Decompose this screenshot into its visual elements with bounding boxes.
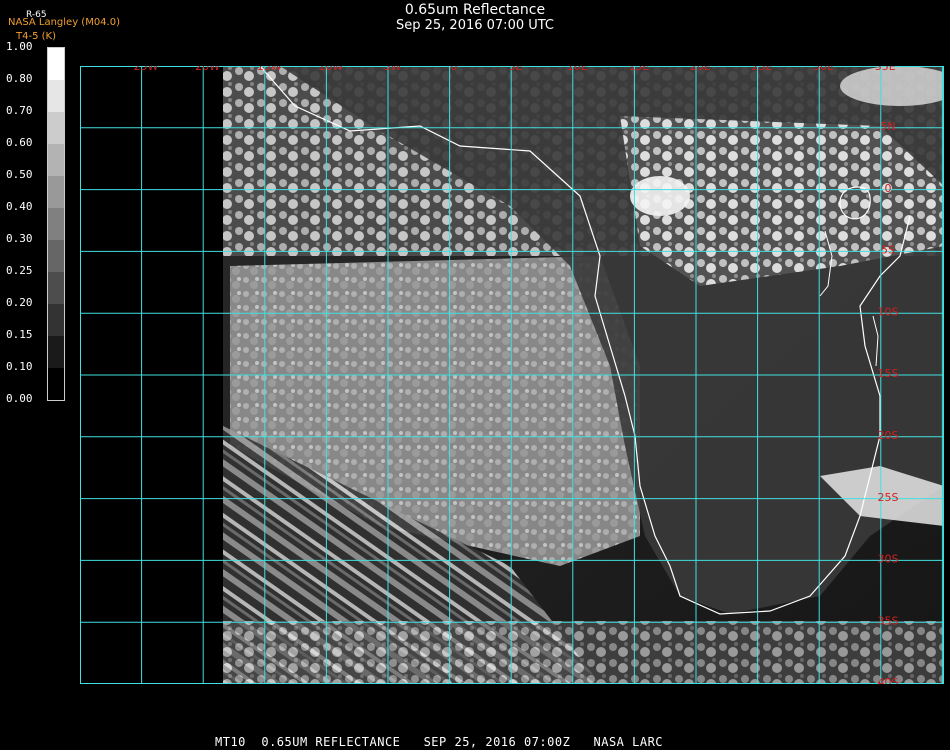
longitude-label: 5W: [383, 66, 401, 73]
colorbar-label: 0.50: [6, 168, 33, 181]
longitude-label: 0: [451, 66, 458, 73]
colorbar-segment: [48, 272, 64, 305]
colorbar-segment: [48, 176, 64, 209]
colorbar-label: 0.10: [6, 360, 33, 373]
latitude-label: 10S: [878, 305, 899, 318]
longitude-label: 15W: [257, 66, 282, 73]
longitude-label: 15E: [628, 66, 649, 73]
longitude-label: 35E: [875, 66, 896, 73]
latitude-label: 5S: [881, 244, 895, 257]
colorbar-segment: [48, 240, 64, 273]
latitude-label: 5N: [880, 120, 895, 133]
latitude-label: 0: [885, 182, 892, 195]
map-subtitle: Sep 25, 2016 07:00 UTC: [395, 18, 555, 33]
image-footer: MT10 0.65UM REFLECTANCE SEP 25, 2016 07:…: [215, 735, 664, 749]
colorbar-segment: [48, 48, 64, 81]
colorbar-segment: [48, 368, 64, 400]
colorbar-segment: [48, 304, 64, 337]
colorbar-segment: [48, 80, 64, 113]
colorbar-label: 1.00: [6, 40, 33, 53]
latitude-label: 15S: [878, 367, 899, 380]
longitude-label: 25E: [752, 66, 773, 73]
colorbar-label: 0.15: [6, 328, 33, 341]
credit-source: NASA Langley (M04.0): [8, 17, 120, 28]
longitude-label: 30E: [813, 66, 834, 73]
latitude-label: 40S: [878, 676, 899, 684]
longitude-label: 20E: [690, 66, 711, 73]
satellite-map: 25W 20W 15W 10W 5W 0 5E 10E 15E 20E 25E 30E 35E 5N 0 5S…: [80, 66, 944, 684]
colorbar-segment: [48, 112, 64, 145]
latitude-label: 30S: [878, 553, 899, 566]
colorbar-label: 0.20: [6, 296, 33, 309]
colorbar-label: 0.70: [6, 104, 33, 117]
map-title: 0.65um Reflectance: [404, 2, 546, 18]
bright-convection: [630, 176, 690, 216]
colorbar-label: 0.30: [6, 232, 33, 245]
latitude-label: 35S: [878, 614, 899, 627]
colorbar-label: 0.80: [6, 72, 33, 85]
southern-ocean-clouds: [223, 621, 944, 684]
longitude-label: 5E: [509, 66, 523, 73]
colorbar-segment: [48, 336, 64, 369]
longitude-label: 10E: [567, 66, 588, 73]
longitude-label: 25W: [134, 66, 159, 73]
colorbar-label: 0.00: [6, 392, 33, 405]
colorbar-segment: [48, 144, 64, 177]
latitude-label: 20S: [878, 429, 899, 442]
colorbar-label: 0.60: [6, 136, 33, 149]
latitude-label: 25S: [878, 491, 899, 504]
colorbar-label: 0.25: [6, 264, 33, 277]
longitude-label: 20W: [195, 66, 220, 73]
colorbar-segment: [48, 208, 64, 241]
colorbar: [47, 47, 65, 401]
longitude-label: 10W: [318, 66, 343, 73]
colorbar-label: 0.40: [6, 200, 33, 213]
